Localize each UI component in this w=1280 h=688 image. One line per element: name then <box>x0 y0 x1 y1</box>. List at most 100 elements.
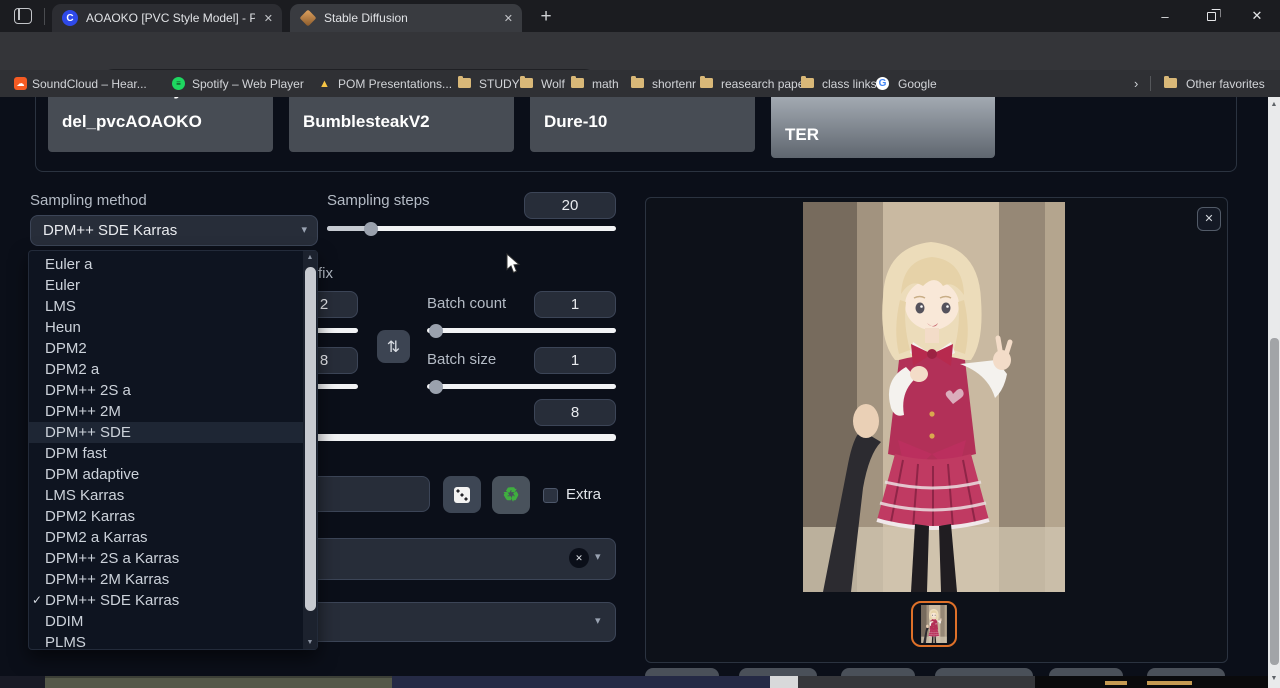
close-gallery-button[interactable]: ✕ <box>1197 207 1221 231</box>
minimize-button[interactable]: – <box>1142 0 1188 32</box>
sampler-dropdown-menu: Euler a Euler LMS Heun DPM2 DPM2 a DPM++… <box>28 250 318 650</box>
soundcloud-icon[interactable]: ☁ <box>14 77 27 90</box>
model-card-ter[interactable]: TER <box>771 97 995 158</box>
folder-icon[interactable] <box>801 78 814 88</box>
batch-count-slider[interactable] <box>427 328 616 333</box>
bookmark-wolf[interactable]: Wolf <box>541 77 565 91</box>
clear-styles-icon[interactable]: ✕ <box>569 548 589 568</box>
tab-aoaoko[interactable]: C AOAOKO [PVC Style Model] - PV ✕ <box>52 4 282 32</box>
folder-icon[interactable] <box>571 78 584 88</box>
tab-list-button[interactable] <box>14 8 32 24</box>
bookmark-spotify[interactable]: Spotify – Web Player <box>192 77 304 91</box>
gallery-action-button[interactable] <box>1147 668 1225 676</box>
sampler-option[interactable]: DPM++ 2S a <box>29 380 304 401</box>
batch-count-value[interactable]: 1 <box>534 291 616 318</box>
bookmark-pom[interactable]: POM Presentations... <box>338 77 452 91</box>
bookmark-other-favorites[interactable]: Other favorites <box>1186 77 1265 91</box>
sampler-option[interactable]: DPM adaptive <box>29 464 304 485</box>
sampler-option[interactable]: PLMS <box>29 632 304 653</box>
scrollbar-thumb[interactable] <box>305 267 316 611</box>
model-card-bumblesteak[interactable]: BumblesteakV2 <box>289 97 514 152</box>
sampler-option[interactable]: DPM++ 2S a Karras <box>29 548 304 569</box>
bookmark-math[interactable]: math <box>592 77 619 91</box>
random-seed-button[interactable] <box>443 476 481 513</box>
bookmark-google[interactable]: Google <box>898 77 937 91</box>
sampling-steps-value[interactable]: 20 <box>524 192 616 219</box>
script-dropdown[interactable] <box>290 602 616 642</box>
sampler-option[interactable]: LMS <box>29 296 304 317</box>
gallery-action-button[interactable] <box>841 668 915 676</box>
sampler-option-hovered[interactable]: DPM++ SDE <box>29 422 304 443</box>
slider-thumb[interactable] <box>429 324 443 338</box>
sampler-option[interactable]: DPM++ 2M <box>29 401 304 422</box>
folder-icon[interactable] <box>1164 78 1177 88</box>
sampler-option[interactable]: DPM2 a <box>29 359 304 380</box>
bookmark-shortenr[interactable]: shortenr <box>652 77 696 91</box>
swap-dimensions-button[interactable]: ⇅ <box>377 330 410 363</box>
sampler-option[interactable]: DPM2 a Karras <box>29 527 304 548</box>
tab-stable-diffusion[interactable]: Stable Diffusion ✕ <box>290 4 522 32</box>
scroll-down-icon[interactable]: ▼ <box>1268 675 1280 682</box>
sampler-option[interactable]: Heun <box>29 317 304 338</box>
mouse-cursor <box>506 253 522 275</box>
tab-close-icon[interactable]: ✕ <box>264 12 273 25</box>
slider-thumb[interactable] <box>364 222 378 236</box>
close-window-button[interactable]: ✕ <box>1234 0 1280 32</box>
gallery-action-button[interactable] <box>645 668 719 676</box>
civitai-favicon: C <box>62 10 78 26</box>
sampler-option[interactable]: DPM fast <box>29 443 304 464</box>
sampling-method-select[interactable]: DPM++ SDE Karras ▾ <box>30 215 318 246</box>
scrollbar-thumb[interactable] <box>1270 338 1279 665</box>
styles-dropdown[interactable] <box>290 538 616 580</box>
sampler-option[interactable]: DPM2 Karras <box>29 506 304 527</box>
extra-seed-checkbox[interactable] <box>543 488 558 503</box>
model-card-dure[interactable]: Dure-10 <box>530 97 755 152</box>
dropdown-scrollbar[interactable]: ▲ ▼ <box>303 251 317 649</box>
spotify-icon[interactable]: ≡ <box>172 77 185 90</box>
model-card-aoaoko[interactable]: aoaokoPVCStyleMo del_pvcAOAOKO <box>48 97 273 152</box>
reuse-seed-button[interactable]: ♻ <box>492 476 530 514</box>
slider-thumb[interactable] <box>429 380 443 394</box>
batch-size-slider[interactable] <box>427 384 616 389</box>
sampler-option[interactable]: Euler <box>29 275 304 296</box>
sampler-option[interactable]: Euler a <box>29 254 304 275</box>
tab-close-icon[interactable]: ✕ <box>504 12 513 25</box>
chevron-down-icon: ▾ <box>595 614 601 627</box>
batch-size-label: Batch size <box>427 351 496 368</box>
sampler-option[interactable]: DDIM <box>29 611 304 632</box>
sampler-option[interactable]: DPM++ 2M Karras <box>29 569 304 590</box>
folder-icon[interactable] <box>520 78 533 88</box>
folder-icon[interactable] <box>631 78 644 88</box>
batch-size-value[interactable]: 1 <box>534 347 616 374</box>
bookmarks-overflow-chevron[interactable]: › <box>1134 76 1138 91</box>
bookmark-reasearch-paper[interactable]: reasearch paper <box>721 77 808 91</box>
new-tab-button[interactable]: + <box>534 5 558 29</box>
page-scrollbar[interactable]: ▲ ▼ <box>1268 97 1280 688</box>
gallery-action-button[interactable] <box>935 668 1033 676</box>
sampler-option[interactable]: LMS Karras <box>29 485 304 506</box>
cfg-scale-slider[interactable] <box>300 434 616 441</box>
cfg-scale-value[interactable]: 8 <box>534 399 616 426</box>
bookmark-soundcloud[interactable]: SoundCloud – Hear... <box>32 77 147 91</box>
gallery-thumbnail-selected[interactable] <box>911 601 957 647</box>
divider <box>44 8 45 25</box>
dice-icon <box>454 487 470 503</box>
scroll-up-icon[interactable]: ▲ <box>303 254 317 261</box>
restore-button[interactable] <box>1188 0 1234 32</box>
sampling-steps-slider[interactable] <box>327 226 616 231</box>
drive-icon[interactable]: ▲ <box>318 77 331 90</box>
sampler-option[interactable]: DPM2 <box>29 338 304 359</box>
sampler-option-selected[interactable]: ✓ DPM++ SDE Karras <box>29 590 304 611</box>
scroll-up-icon[interactable]: ▲ <box>1268 101 1280 108</box>
folder-icon[interactable] <box>700 78 713 88</box>
bookmark-study[interactable]: STUDY <box>479 77 520 91</box>
generated-image[interactable] <box>803 202 1065 592</box>
scroll-down-icon[interactable]: ▼ <box>303 639 317 646</box>
option-label: DPM++ SDE Karras <box>45 592 179 609</box>
bookmark-class-links[interactable]: class links <box>822 77 877 91</box>
gallery-action-button[interactable] <box>739 668 817 676</box>
google-icon[interactable]: G <box>876 77 889 90</box>
stable-diffusion-favicon <box>300 10 317 27</box>
folder-icon[interactable] <box>458 78 471 88</box>
gallery-action-button[interactable] <box>1049 668 1123 676</box>
